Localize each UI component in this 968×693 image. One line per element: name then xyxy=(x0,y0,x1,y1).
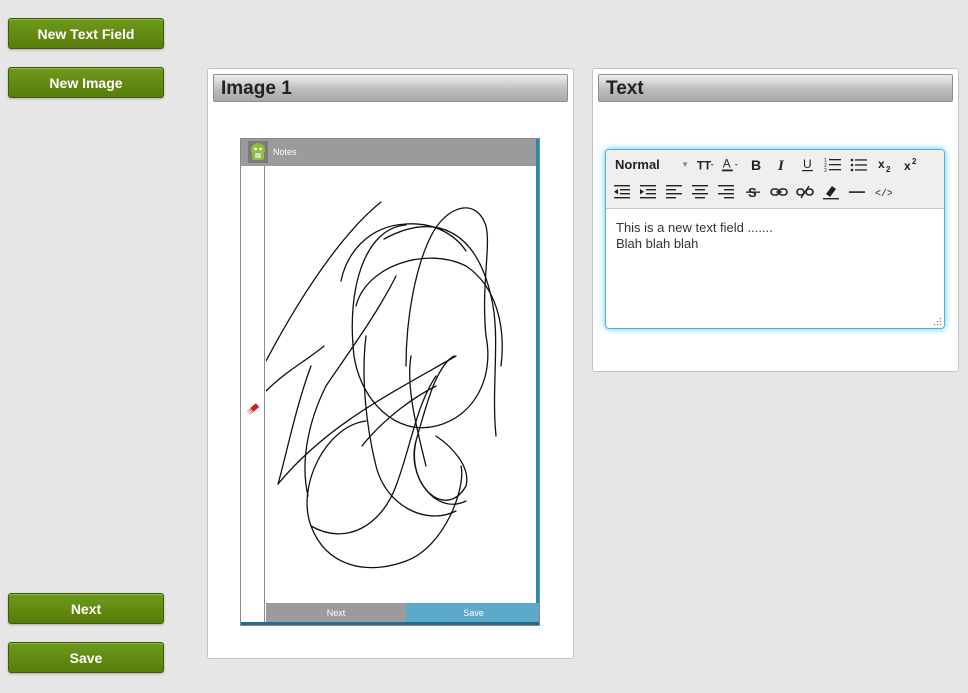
svg-text:x: x xyxy=(878,157,885,171)
superscript-icon[interactable]: x2 xyxy=(901,155,921,175)
svg-text:A: A xyxy=(723,158,731,171)
image-panel: Image 1 Notes Next Save xyxy=(207,68,574,659)
new-image-button[interactable]: New Image xyxy=(8,67,164,98)
align-left-icon[interactable] xyxy=(664,182,684,202)
android-app-icon xyxy=(248,141,268,163)
link-icon[interactable] xyxy=(769,182,789,202)
phone-bottom-edge xyxy=(241,622,539,625)
text-panel-title: Text xyxy=(598,74,953,102)
phone-app-title: Notes xyxy=(273,147,297,157)
strikethrough-icon[interactable]: S xyxy=(743,182,763,202)
underline-icon[interactable]: U xyxy=(798,155,818,175)
new-text-field-button[interactable]: New Text Field xyxy=(8,18,164,49)
editor-toolbar: Normal ▼ TT A B I U 123 x 2 x 2 S </> xyxy=(606,150,944,209)
unordered-list-icon[interactable] xyxy=(849,155,869,175)
phone-next-button: Next xyxy=(266,603,406,623)
svg-text:TT: TT xyxy=(697,160,712,173)
drawing-canvas xyxy=(266,201,503,569)
outdent-icon[interactable] xyxy=(612,182,632,202)
editor-line: Blah blah blah xyxy=(616,236,699,251)
text-panel: Text Normal ▼ TT A B I U 123 x 2 x 2 S <… xyxy=(592,68,959,372)
code-view-icon[interactable]: </> xyxy=(873,182,893,202)
svg-text:x: x xyxy=(904,159,911,173)
subscript-icon[interactable]: x2 xyxy=(875,155,895,175)
italic-icon[interactable]: I xyxy=(772,155,792,175)
phone-action-bar: Notes xyxy=(241,139,539,166)
phone-screenshot: Notes Next Save xyxy=(240,138,540,626)
phone-tool-strip xyxy=(241,166,265,625)
editor-content[interactable]: This is a new text field ....... Blah bl… xyxy=(616,220,934,252)
save-button[interactable]: Save xyxy=(8,642,164,673)
align-right-icon[interactable] xyxy=(716,182,736,202)
clear-format-icon[interactable] xyxy=(821,182,841,202)
resize-handle-icon[interactable] xyxy=(933,317,942,326)
unlink-icon[interactable] xyxy=(795,182,815,202)
svg-text:2: 2 xyxy=(886,165,891,174)
phone-save-button: Save xyxy=(406,603,539,623)
next-button[interactable]: Next xyxy=(8,593,164,624)
indent-icon[interactable] xyxy=(638,182,658,202)
svg-text:B: B xyxy=(751,157,761,173)
image-panel-title: Image 1 xyxy=(213,74,568,102)
align-center-icon[interactable] xyxy=(690,182,710,202)
format-select-value: Normal xyxy=(615,157,660,172)
svg-text:3: 3 xyxy=(824,168,827,174)
svg-text:U: U xyxy=(803,157,812,171)
chevron-down-icon: ▼ xyxy=(681,160,689,169)
text-color-icon[interactable]: A xyxy=(719,155,741,175)
eraser-icon xyxy=(246,403,260,415)
bold-icon[interactable]: B xyxy=(746,155,766,175)
format-select[interactable]: Normal ▼ xyxy=(611,155,689,175)
horizontal-rule-icon[interactable] xyxy=(847,182,867,202)
svg-text:I: I xyxy=(777,158,785,174)
rich-text-editor[interactable]: Normal ▼ TT A B I U 123 x 2 x 2 S </> Th… xyxy=(605,149,945,329)
svg-text:2: 2 xyxy=(912,157,917,166)
ordered-list-icon[interactable]: 123 xyxy=(823,155,843,175)
font-size-icon[interactable]: TT xyxy=(694,155,716,175)
svg-text:</>: </> xyxy=(875,188,892,200)
editor-line: This is a new text field ....... xyxy=(616,220,773,235)
